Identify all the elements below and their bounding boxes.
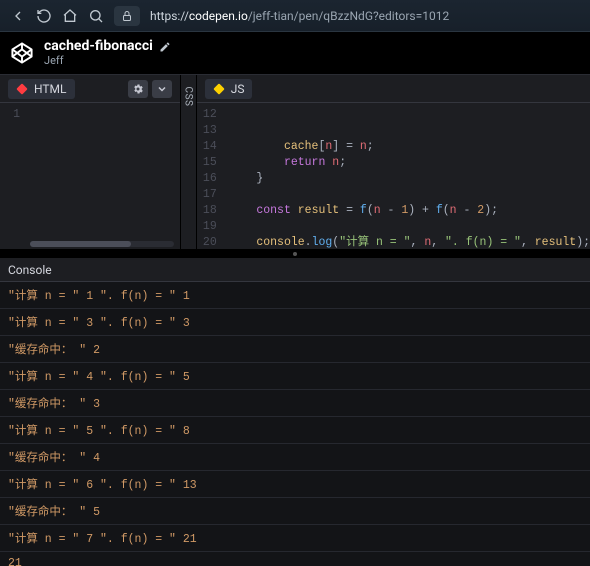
js-pane: JS 12131415161718192021 cache[n] = n; re… xyxy=(197,75,590,249)
console-line: "缓存命中： " 4 xyxy=(0,444,590,471)
home-icon[interactable] xyxy=(62,8,78,24)
lock-icon[interactable] xyxy=(114,6,140,26)
js-tabbar: JS xyxy=(197,75,590,103)
pen-header: cached-fibonacci Jeff xyxy=(0,32,590,74)
console-line: "缓存命中： " 5 xyxy=(0,498,590,525)
pen-title: cached-fibonacci xyxy=(44,39,153,54)
console-line: "计算 n = " 6 ". f(n) = " 13 xyxy=(0,471,590,498)
editors-row: HTML 1 CSS JS xyxy=(0,74,590,250)
js-editor[interactable]: 12131415161718192021 cache[n] = n; retur… xyxy=(197,103,590,249)
codepen-logo-icon[interactable] xyxy=(10,41,34,65)
back-icon[interactable] xyxy=(10,8,26,24)
html-scrollbar[interactable] xyxy=(30,241,174,247)
console-title: Console xyxy=(8,263,52,277)
html-pane: HTML 1 xyxy=(0,75,181,249)
horizontal-splitter[interactable] xyxy=(0,250,590,258)
settings-button[interactable] xyxy=(128,80,148,98)
tab-js-label: JS xyxy=(231,82,245,96)
console-line: "缓存命中： " 2 xyxy=(0,336,590,363)
browser-toolbar: https://codepen.io/jeff-tian/pen/qBzzNdG… xyxy=(0,0,590,32)
console-line: "缓存命中： " 3 xyxy=(0,390,590,417)
tab-html-label: HTML xyxy=(34,82,67,96)
url-scheme: https:// xyxy=(150,9,189,23)
console-header: Console xyxy=(0,258,590,282)
edit-title-icon[interactable] xyxy=(159,41,171,53)
tab-js[interactable]: JS xyxy=(205,79,253,99)
console-line: "计算 n = " 4 ". f(n) = " 5 xyxy=(0,363,590,390)
url-host: codepen.io xyxy=(189,9,248,23)
console-line: "计算 n = " 5 ". f(n) = " 8 xyxy=(0,417,590,444)
html-editor[interactable]: 1 xyxy=(0,103,180,249)
console-line: "计算 n = " 7 ". f(n) = " 21 xyxy=(0,525,590,552)
url-path: /jeff-tian/pen/qBzzNdG?editors=1012 xyxy=(248,9,449,23)
console-output[interactable]: "计算 n = " 1 ". f(n) = " 1"计算 n = " 3 ". … xyxy=(0,282,590,566)
console-line: "计算 n = " 3 ". f(n) = " 3 xyxy=(0,309,590,336)
js-gutter: 12131415161718192021 xyxy=(197,103,223,249)
html-lang-icon xyxy=(16,83,28,95)
search-icon[interactable] xyxy=(88,8,104,24)
js-code[interactable]: cache[n] = n; return n; } const result =… xyxy=(223,103,590,249)
address-bar[interactable]: https://codepen.io/jeff-tian/pen/qBzzNdG… xyxy=(150,9,580,23)
pen-author: Jeff xyxy=(44,55,171,67)
html-code[interactable] xyxy=(26,103,180,249)
tab-css-label: CSS xyxy=(183,87,194,107)
tab-css-collapsed[interactable]: CSS xyxy=(181,75,197,249)
console-line: 21 xyxy=(0,552,590,566)
console-line: "计算 n = " 1 ". f(n) = " 1 xyxy=(0,282,590,309)
chevron-down-button[interactable] xyxy=(152,80,172,98)
refresh-icon[interactable] xyxy=(36,8,52,24)
js-lang-icon xyxy=(213,83,225,95)
html-gutter: 1 xyxy=(0,103,26,249)
tab-html[interactable]: HTML xyxy=(8,79,75,99)
pen-meta: cached-fibonacci Jeff xyxy=(44,39,171,66)
html-tabbar: HTML xyxy=(0,75,180,103)
